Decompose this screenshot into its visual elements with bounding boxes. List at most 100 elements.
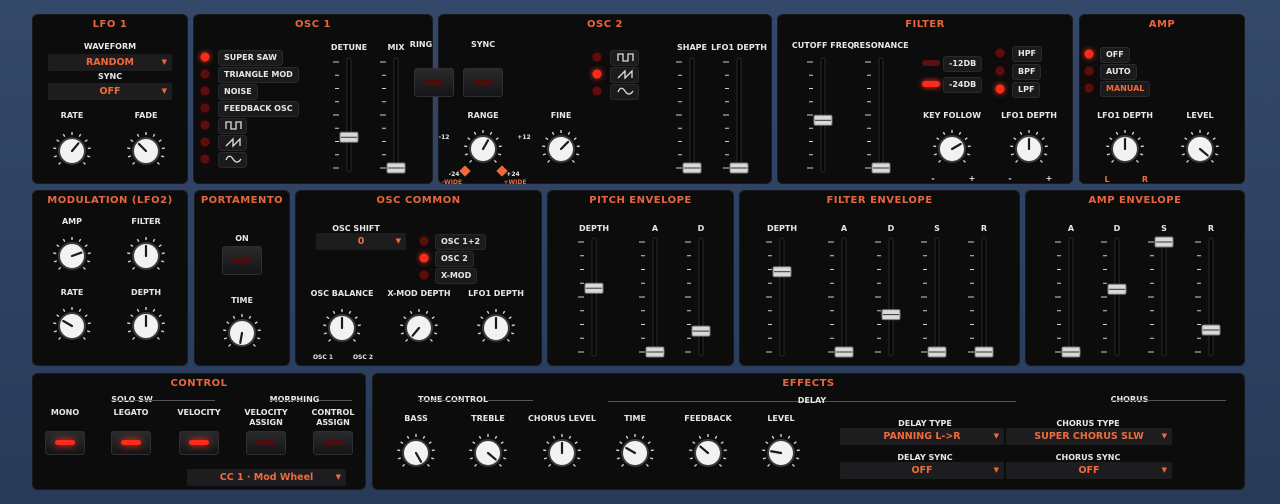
lpf-led[interactable] <box>995 84 1005 94</box>
legato-button[interactable] <box>111 431 151 455</box>
mono-button[interactable] <box>45 431 85 455</box>
fenv-s-fader[interactable] <box>920 236 954 362</box>
filter-lfo1-depth-knob[interactable] <box>1010 130 1048 168</box>
bass-knob[interactable] <box>397 434 435 472</box>
hpf-led[interactable] <box>995 48 1005 58</box>
slope-12-led[interactable] <box>922 60 940 66</box>
osc1-triangle-mod-led[interactable] <box>200 69 210 79</box>
osc12-led[interactable] <box>419 236 429 246</box>
fenv-d-fader[interactable] <box>874 236 908 362</box>
mod-filter-knob[interactable] <box>127 237 165 275</box>
osc2-select-led[interactable] <box>419 253 429 263</box>
sync-button[interactable] <box>463 68 503 97</box>
waveform-dropdown[interactable]: RANDOM ▼ <box>48 54 172 71</box>
lpf-button[interactable]: LPF <box>1012 82 1041 98</box>
lfo1-sync-dropdown[interactable]: OFF ▼ <box>48 83 172 100</box>
amp-off-led[interactable] <box>1084 49 1094 59</box>
osc2-saw-wave-button[interactable] <box>610 67 639 83</box>
key-follow-knob[interactable] <box>933 130 971 168</box>
control-assign-button[interactable] <box>313 431 353 455</box>
mix-fader[interactable] <box>379 56 413 178</box>
osc1-square-led[interactable] <box>200 120 210 130</box>
slope-12-button[interactable]: -12DB <box>943 56 983 72</box>
resonance-fader[interactable] <box>864 56 898 178</box>
hpf-button[interactable]: HPF <box>1012 46 1043 62</box>
osc1-super-saw-led[interactable] <box>200 52 210 62</box>
osc1-noise-button[interactable]: NOISE <box>218 84 258 100</box>
lfo1-rate-knob[interactable] <box>53 132 91 170</box>
mod-amp-knob[interactable] <box>53 237 91 275</box>
cc-dropdown[interactable]: CC 1 · Mod Wheel ▼ <box>187 469 346 486</box>
porta-on-button[interactable] <box>222 246 262 275</box>
amp-manual-button[interactable]: MANUAL <box>1100 81 1151 97</box>
delay-type-dropdown[interactable]: PANNING L->R ▼ <box>840 428 1004 445</box>
amp-lfo1-depth-knob[interactable] <box>1106 130 1144 168</box>
fenv-a-fader[interactable] <box>827 236 861 362</box>
velocity-button[interactable] <box>179 431 219 455</box>
osc1-feedback-led[interactable] <box>200 103 210 113</box>
osc2-lfo1-depth-fader[interactable] <box>722 56 756 178</box>
chorus-sync-dropdown[interactable]: OFF ▼ <box>1006 462 1172 479</box>
fenv-depth-fader[interactable] <box>765 236 799 362</box>
amp-level-knob[interactable] <box>1181 130 1219 168</box>
mod-depth-knob[interactable] <box>127 307 165 345</box>
amp-auto-button[interactable]: AUTO <box>1100 64 1137 80</box>
osc2-tri-led[interactable] <box>592 86 602 96</box>
xmod-led[interactable] <box>419 270 429 280</box>
aenv-r-fader[interactable] <box>1194 236 1228 362</box>
aenv-d-fader[interactable] <box>1100 236 1134 362</box>
ring-button[interactable] <box>414 68 454 97</box>
delay-time-knob[interactable] <box>616 434 654 472</box>
xmod-depth-knob[interactable] <box>400 309 438 347</box>
osc1-triangle-mod-button[interactable]: TRIANGLE MOD <box>218 67 299 83</box>
osc1-noise-led[interactable] <box>200 86 210 96</box>
osc-common-lfo1-depth-knob[interactable] <box>477 309 515 347</box>
fenv-r-fader[interactable] <box>967 236 1001 362</box>
osc1-feedback-button[interactable]: FEEDBACK OSC <box>218 101 299 117</box>
lfo1-fade-knob[interactable] <box>127 132 165 170</box>
chorus-type-dropdown[interactable]: SUPER CHORUS SLW ▼ <box>1006 428 1172 445</box>
porta-time-knob[interactable] <box>223 314 261 352</box>
xmod-button[interactable]: X-MOD <box>435 268 478 284</box>
cutoff-fader[interactable] <box>806 56 840 178</box>
osc1-saw-led[interactable] <box>200 137 210 147</box>
feedback-knob[interactable] <box>689 434 727 472</box>
osc-shift-dropdown[interactable]: 0 ▼ <box>316 233 406 250</box>
bpf-led[interactable] <box>995 66 1005 76</box>
fenv-a-label: A <box>840 224 848 233</box>
aenv-s-fader[interactable] <box>1147 236 1181 362</box>
osc1-triangle-wave-button[interactable] <box>218 152 247 168</box>
pitch-d-fader[interactable] <box>684 236 718 362</box>
delay-level-knob[interactable] <box>762 434 800 472</box>
bpf-button[interactable]: BPF <box>1012 64 1042 80</box>
pitch-a-fader[interactable] <box>638 236 672 362</box>
treble-knob[interactable] <box>469 434 507 472</box>
fine-knob[interactable] <box>542 130 580 168</box>
shape-fader[interactable] <box>675 56 709 178</box>
osc2-saw-led[interactable] <box>592 69 602 79</box>
slope-24-button[interactable]: -24DB <box>943 77 983 93</box>
mod-rate-knob[interactable] <box>53 307 91 345</box>
chorus-level-knob[interactable] <box>543 434 581 472</box>
osc2-square-led[interactable] <box>592 52 602 62</box>
osc12-button[interactable]: OSC 1+2 <box>435 234 487 250</box>
velocity-assign-button[interactable] <box>246 431 286 455</box>
osc1-saw-wave-button[interactable] <box>218 135 247 151</box>
osc1-super-saw-button[interactable]: SUPER SAW <box>218 50 283 66</box>
range-knob[interactable] <box>464 130 502 168</box>
osc2-triangle-wave-button[interactable] <box>610 84 639 100</box>
slope-24-led[interactable] <box>922 81 940 87</box>
amp-manual-led[interactable] <box>1084 83 1094 93</box>
osc-balance-knob[interactable] <box>323 309 361 347</box>
filter-lfo1-depth-label: LFO1 DEPTH <box>1001 111 1057 120</box>
delay-sync-dropdown[interactable]: OFF ▼ <box>840 462 1004 479</box>
detune-fader[interactable] <box>332 56 366 178</box>
osc1-square-wave-button[interactable] <box>218 118 247 134</box>
osc2-square-wave-button[interactable] <box>610 50 639 66</box>
amp-off-button[interactable]: OFF <box>1100 47 1130 63</box>
osc2-select-button[interactable]: OSC 2 <box>435 251 474 267</box>
pitch-depth-fader[interactable] <box>577 236 611 362</box>
amp-auto-led[interactable] <box>1084 66 1094 76</box>
osc1-tri-led[interactable] <box>200 154 210 164</box>
aenv-a-fader[interactable] <box>1054 236 1088 362</box>
